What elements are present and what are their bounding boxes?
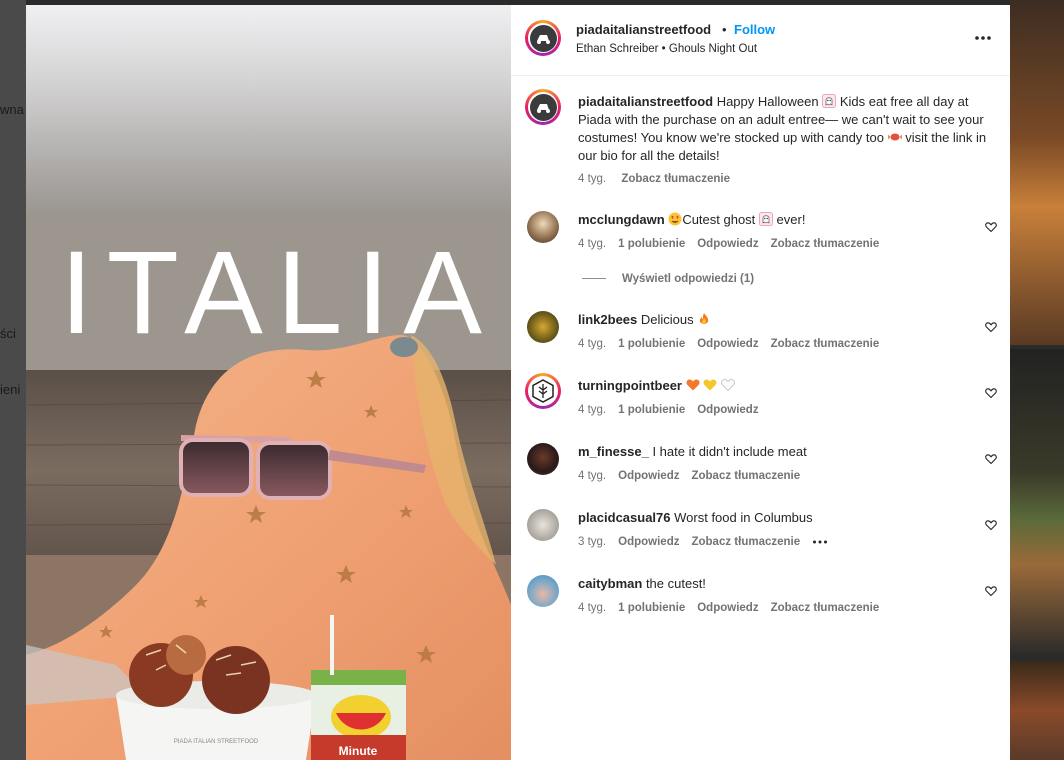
hops-logo-icon	[532, 379, 554, 403]
caption-username[interactable]: piadaitalianstreetfood	[578, 94, 713, 109]
heart-icon[interactable]	[985, 221, 997, 233]
comment-time[interactable]: 4 tyg.	[578, 602, 606, 614]
comment-text: placidcasual76 Worst food in Columbus	[578, 509, 813, 527]
reply-button[interactable]: Odpowiedz	[618, 470, 679, 482]
comment-likes[interactable]: 1 polubienie	[618, 602, 685, 614]
replies-line	[582, 278, 606, 280]
commenter-avatar[interactable]	[527, 443, 559, 475]
fire-emoji-icon	[700, 313, 709, 324]
author-username[interactable]: piadaitalianstreetfood	[576, 22, 711, 37]
header-separator: •	[722, 22, 727, 37]
comment-text-part: ever!	[772, 212, 806, 227]
comment-text-part: Cutest ghost	[682, 212, 759, 227]
heart-icon[interactable]	[985, 585, 997, 597]
comment-username[interactable]: m_finesse_	[578, 444, 649, 459]
comment-time[interactable]: 4 tyg.	[578, 238, 606, 250]
background-fragment: wna	[0, 102, 24, 117]
follow-button[interactable]: Follow	[734, 22, 775, 37]
caption-text: piadaitalianstreetfood Happy Halloween K…	[578, 93, 993, 165]
caption-time[interactable]: 4 tyg.	[578, 173, 606, 185]
translate-link[interactable]: Zobacz tłumaczenie	[771, 602, 880, 614]
comment-meta: 4 tyg. 1 polubienie Odpowiedz Zobacz tłumac…	[578, 338, 891, 350]
ghost-emoji-icon	[758, 212, 773, 226]
comment-meta: 4 tyg. Odpowiedz Zobacz tłumaczenie	[578, 470, 812, 482]
author-avatar[interactable]	[525, 20, 561, 56]
heart-icon[interactable]	[985, 453, 997, 465]
heart-icon[interactable]	[985, 387, 997, 399]
caption-meta: 4 tyg. Zobacz tłumaczenie	[578, 173, 742, 185]
caption-translate-link[interactable]: Zobacz tłumaczenie	[621, 173, 730, 185]
comment-likes[interactable]: 1 polubienie	[618, 338, 685, 350]
heart-icon[interactable]	[985, 519, 997, 531]
juice-label: Minute	[339, 744, 378, 758]
white-heart-emoji-icon	[721, 379, 735, 392]
post-photo: ITALIA PIADA ITALIAN STREETFOOD Minute	[26, 5, 511, 760]
piada-logo-icon	[533, 97, 553, 117]
reply-button[interactable]: Odpowiedz	[697, 238, 758, 250]
comment-meta: 4 tyg. 1 polubienie Odpowiedz Zobacz tłumac…	[578, 238, 891, 250]
heart-eyes-emoji-icon	[668, 212, 682, 226]
reply-button[interactable]: Odpowiedz	[697, 404, 758, 416]
candy-emoji-icon	[887, 133, 902, 141]
commenter-avatar[interactable]	[527, 509, 559, 541]
background-right-thumbnails	[1010, 0, 1064, 760]
comment-text-part: the cutest!	[645, 576, 706, 591]
comment-meta: 4 tyg. 1 polubienie Odpowiedz Zobacz tłumac…	[578, 602, 891, 614]
view-replies-button[interactable]: Wyświetl odpowiedzi (1)	[582, 273, 754, 285]
comment-time[interactable]: 4 tyg.	[578, 404, 606, 416]
orange-heart-emoji-icon	[686, 379, 700, 391]
translate-link[interactable]: Zobacz tłumaczenie	[691, 470, 800, 482]
comment-time[interactable]: 3 tyg.	[578, 536, 606, 548]
commenter-avatar[interactable]	[525, 373, 561, 409]
sign-text: ITALIA	[60, 227, 496, 359]
caption-avatar[interactable]	[525, 89, 561, 125]
comment-text: turningpointbeer	[578, 377, 735, 395]
cup-text: PIADA ITALIAN STREETFOOD	[174, 739, 259, 745]
comment-username[interactable]: caitybman	[578, 576, 642, 591]
comment-text: link2bees Delicious	[578, 311, 711, 329]
comment-username[interactable]: placidcasual76	[578, 510, 671, 525]
thumbnail	[1010, 661, 1064, 760]
commenter-avatar[interactable]	[527, 311, 559, 343]
comment-time[interactable]: 4 tyg.	[578, 338, 606, 350]
comment-text: caitybman the cutest!	[578, 575, 706, 593]
comment-options-icon[interactable]	[812, 539, 828, 545]
translate-link[interactable]: Zobacz tłumaczenie	[691, 536, 800, 548]
comment-text: m_finesse_ I hate it didn't include meat	[578, 443, 807, 461]
background-fragment: ści	[0, 326, 16, 341]
caption-text-part: Happy Halloween	[713, 94, 823, 109]
comment-meta: 4 tyg. 1 polubienie Odpowiedz	[578, 404, 771, 416]
reply-button[interactable]: Odpowiedz	[618, 536, 679, 548]
view-replies-label: Wyświetl odpowiedzi (1)	[622, 273, 755, 285]
commenter-avatar[interactable]	[527, 575, 559, 607]
comment-time[interactable]: 4 tyg.	[578, 470, 606, 482]
commenter-avatar[interactable]	[527, 211, 559, 243]
post-image: ITALIA PIADA ITALIAN STREETFOOD Minute	[26, 5, 511, 760]
comment-username[interactable]: link2bees	[578, 312, 637, 327]
background-fragment: ieni	[0, 382, 21, 397]
heart-icon[interactable]	[985, 321, 997, 333]
more-horizontal-icon[interactable]	[972, 30, 994, 46]
translate-link[interactable]: Zobacz tłumaczenie	[771, 238, 880, 250]
comment-text-part: Worst food in Columbus	[674, 510, 813, 525]
comment-username[interactable]: mcclungdawn	[578, 212, 665, 227]
thumbnail	[1010, 349, 1064, 657]
comment-likes[interactable]: 1 polubienie	[618, 404, 685, 416]
reply-button[interactable]: Odpowiedz	[697, 338, 758, 350]
yellow-heart-emoji-icon	[703, 379, 717, 391]
ghost-emoji-icon	[822, 94, 837, 108]
comment-meta: 3 tyg. Odpowiedz Zobacz tłumaczenie	[578, 536, 828, 548]
comment-text-part: Delicious	[640, 312, 698, 327]
piada-logo-icon	[533, 28, 553, 48]
comment-text: mcclungdawn Cutest ghost ever!	[578, 211, 805, 229]
post-header: piadaitalianstreetfood • Follow Ethan Sc…	[511, 5, 1010, 76]
comment-text-part: I hate it didn't include meat	[652, 444, 807, 459]
comment-likes[interactable]: 1 polubienie	[618, 238, 685, 250]
reply-button[interactable]: Odpowiedz	[697, 602, 758, 614]
comment-username[interactable]: turningpointbeer	[578, 378, 682, 393]
thumbnail	[1010, 0, 1064, 345]
translate-link[interactable]: Zobacz tłumaczenie	[771, 338, 880, 350]
post-detail-panel: piadaitalianstreetfood • Follow Ethan Sc…	[511, 5, 1010, 760]
header-subtitle[interactable]: Ethan Schreiber • Ghouls Night Out	[576, 43, 757, 55]
